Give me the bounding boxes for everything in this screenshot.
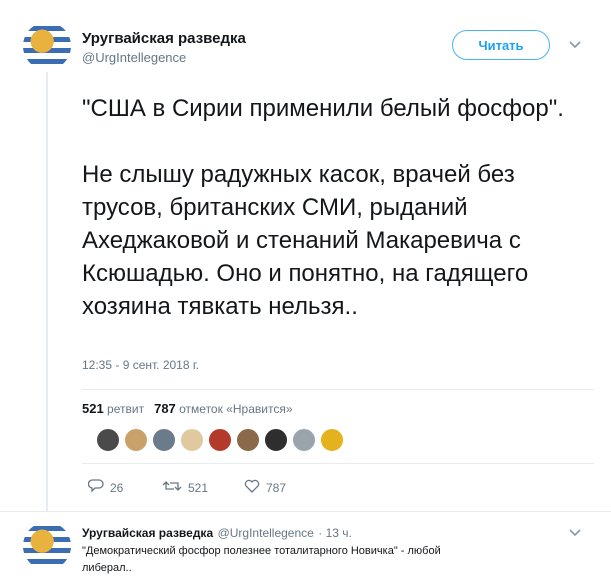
retweet-icon xyxy=(162,479,182,496)
reply-chevron-down-icon[interactable] xyxy=(568,525,582,541)
likers-row xyxy=(96,428,344,452)
retweet-action[interactable]: 521 xyxy=(162,479,208,496)
reply-author-handle[interactable]: @UrgIntellegence xyxy=(218,526,314,540)
author-handle[interactable]: @UrgIntellegence xyxy=(82,50,186,65)
engagement-stats: 521 ретвит 787 отметок «Нравится» xyxy=(82,401,293,416)
divider-top xyxy=(82,389,594,390)
reply-action[interactable]: 26 xyxy=(87,479,124,496)
reply-header: Уругвайская разведка @UrgIntellegence · … xyxy=(82,524,352,542)
retweets-label[interactable]: ретвит xyxy=(107,402,144,416)
liker-avatar-3[interactable] xyxy=(152,428,176,452)
liker-avatar-5[interactable] xyxy=(208,428,232,452)
retweets-count[interactable]: 521 xyxy=(82,401,104,416)
liker-avatar-2[interactable] xyxy=(124,428,148,452)
reply-author-name[interactable]: Уругвайская разведка xyxy=(82,526,213,540)
liker-avatar-8[interactable] xyxy=(292,428,316,452)
like-action[interactable]: 787 xyxy=(244,479,286,496)
liker-avatar-4[interactable] xyxy=(180,428,204,452)
liker-avatar-6[interactable] xyxy=(236,428,260,452)
heart-icon xyxy=(244,479,260,496)
reply-count: 26 xyxy=(110,480,124,495)
reply-text: "Демократический фосфор полезнее тоталит… xyxy=(82,545,441,574)
reply-time[interactable]: · 13 ч. xyxy=(318,526,352,540)
author-avatar[interactable] xyxy=(23,22,71,70)
section-divider xyxy=(0,511,611,512)
follow-button[interactable]: Читать xyxy=(452,30,550,60)
chevron-down-icon[interactable] xyxy=(568,37,582,53)
divider-bottom xyxy=(82,463,594,464)
like-count: 787 xyxy=(266,480,287,495)
liker-avatar-9[interactable] xyxy=(320,428,344,452)
retweet-count: 521 xyxy=(188,480,209,495)
thread-line xyxy=(46,72,48,512)
reply-author-avatar[interactable] xyxy=(23,522,71,570)
author-name[interactable]: Уругвайская разведка xyxy=(82,30,246,47)
tweet-text: "США в Сирии применили белый фосфор". Не… xyxy=(82,95,564,320)
likes-count[interactable]: 787 xyxy=(154,401,176,416)
likes-label[interactable]: отметок «Нравится» xyxy=(179,402,292,416)
liker-avatar-1[interactable] xyxy=(96,428,120,452)
reply-icon xyxy=(87,479,104,496)
tweet-timestamp[interactable]: 12:35 - 9 сент. 2018 г. xyxy=(82,358,199,372)
liker-avatar-7[interactable] xyxy=(264,428,288,452)
